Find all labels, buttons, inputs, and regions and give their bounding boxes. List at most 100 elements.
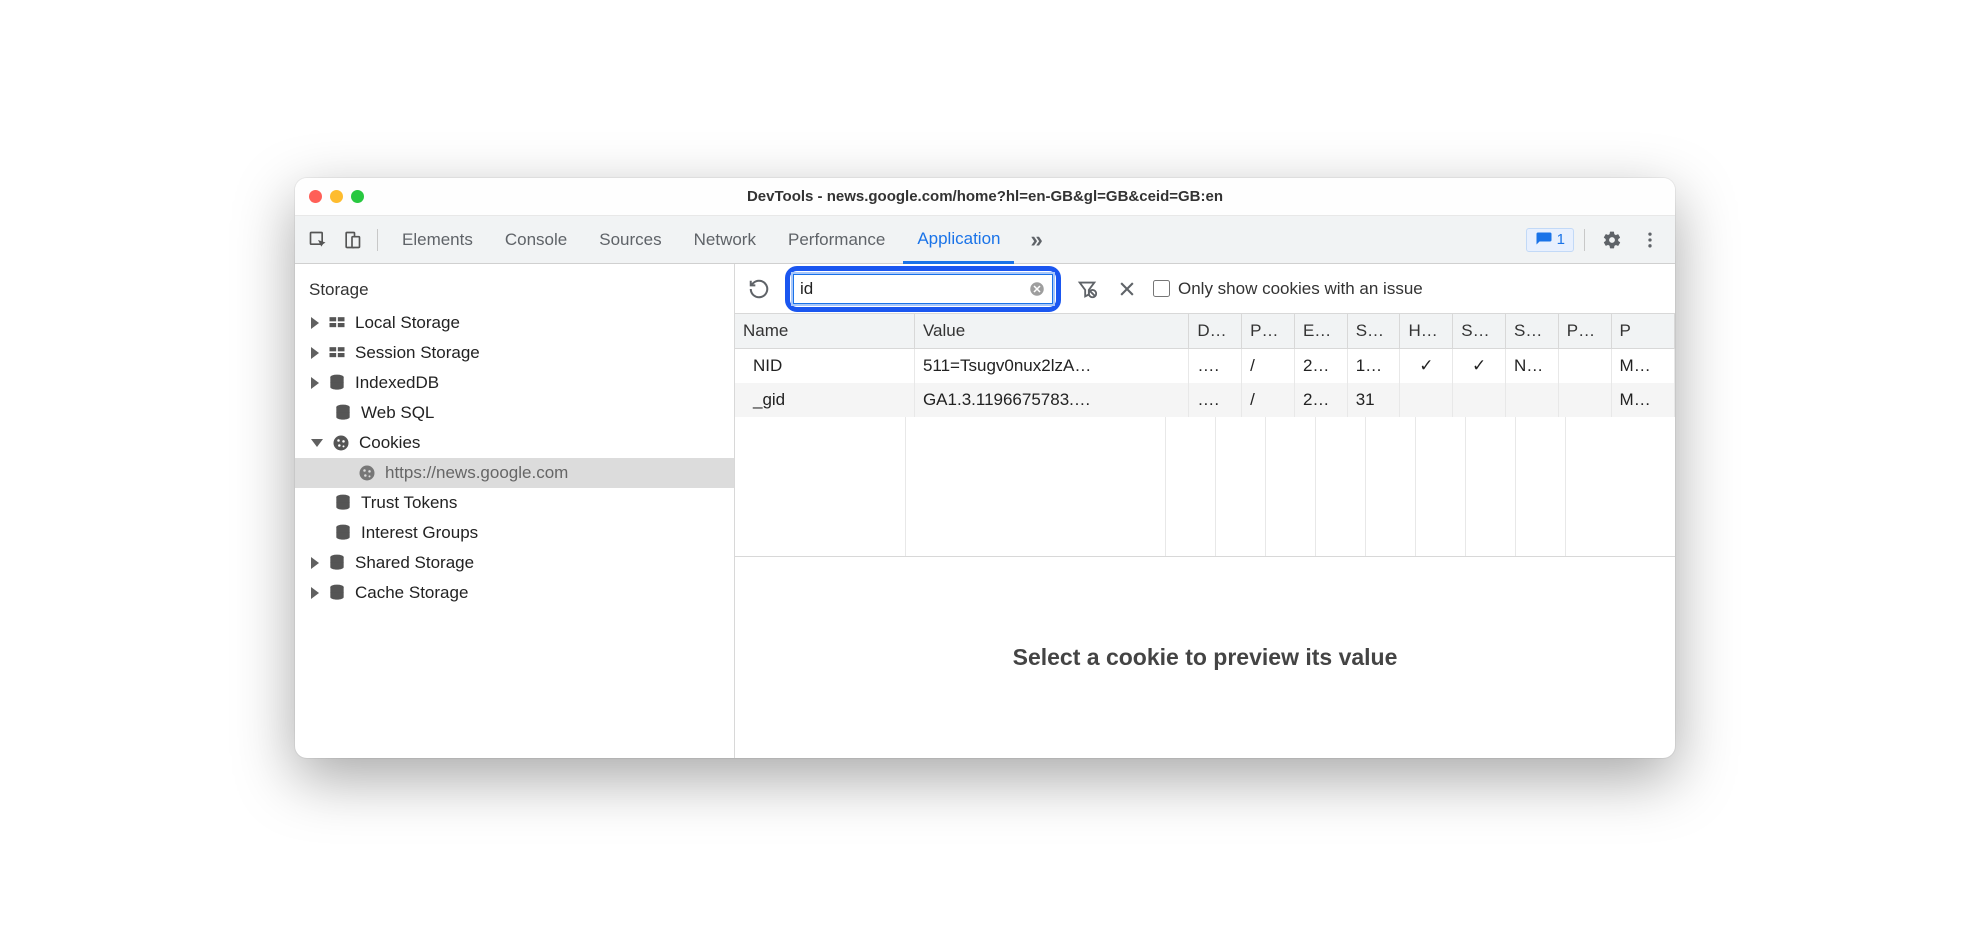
cell-secure: [1453, 383, 1506, 417]
sidebar-item-shared-storage[interactable]: Shared Storage: [295, 548, 734, 578]
sidebar-item-trust-tokens[interactable]: Trust Tokens: [295, 488, 734, 518]
clear-all-icon[interactable]: [1113, 275, 1141, 303]
close-window-button[interactable]: [309, 190, 322, 203]
tabs-overflow-button[interactable]: »: [1018, 227, 1054, 253]
titlebar: DevTools - news.google.com/home?hl=en-GB…: [295, 178, 1675, 216]
database-icon: [327, 373, 347, 393]
zoom-window-button[interactable]: [351, 190, 364, 203]
cookies-toolbar: Only show cookies with an issue: [735, 264, 1675, 314]
divider: [377, 229, 378, 251]
sidebar-section-storage: Storage: [295, 270, 734, 308]
cell-size: 1…: [1347, 349, 1400, 384]
sidebar-item-label: Local Storage: [355, 313, 460, 333]
cookies-table: Name Value D… P… E… S… H… S… S… P… P: [735, 314, 1675, 417]
cell-httponly: [1400, 383, 1453, 417]
only-issues-checkbox[interactable]: [1153, 280, 1170, 297]
tab-elements[interactable]: Elements: [388, 216, 487, 263]
cell-domain: ….: [1189, 349, 1242, 384]
table-header-row: Name Value D… P… E… S… H… S… S… P… P: [735, 314, 1675, 349]
collapse-icon: [311, 439, 323, 447]
cell-samesite: [1506, 383, 1559, 417]
cell-secure: ✓: [1453, 349, 1506, 384]
devtools-tabbar: Elements Console Sources Network Perform…: [295, 216, 1675, 264]
cell-samesite: N…: [1506, 349, 1559, 384]
expand-icon: [311, 317, 319, 329]
database-icon: [333, 523, 353, 543]
cookies-panel: Only show cookies with an issue Name Val…: [735, 264, 1675, 758]
expand-icon: [311, 587, 319, 599]
table-empty-area: [735, 417, 1675, 557]
cell-expires: 2…: [1294, 349, 1347, 384]
col-priority[interactable]: P: [1611, 314, 1674, 349]
sidebar-item-session-storage[interactable]: Session Storage: [295, 338, 734, 368]
col-domain[interactable]: D…: [1189, 314, 1242, 349]
issues-count: 1: [1557, 231, 1565, 248]
toggle-device-icon[interactable]: [337, 225, 367, 255]
col-partition[interactable]: P…: [1558, 314, 1611, 349]
preview-empty-text: Select a cookie to preview its value: [1013, 644, 1398, 671]
cell-value: GA1.3.1196675783.…: [914, 383, 1188, 417]
col-httponly[interactable]: H…: [1400, 314, 1453, 349]
table-row[interactable]: _gid GA1.3.1196675783.… …. / 2… 31 M…: [735, 383, 1675, 417]
sidebar-item-websql[interactable]: Web SQL: [295, 398, 734, 428]
filter-icon[interactable]: [1073, 275, 1101, 303]
sidebar-item-label: Cache Storage: [355, 583, 468, 603]
sidebar-item-label: IndexedDB: [355, 373, 439, 393]
tab-network[interactable]: Network: [680, 216, 770, 263]
cell-value: 511=Tsugv0nux2lzA…: [914, 349, 1188, 384]
sidebar-item-label: Cookies: [359, 433, 420, 453]
database-icon: [333, 403, 353, 423]
issues-button[interactable]: 1: [1526, 228, 1574, 252]
sidebar-item-label: Session Storage: [355, 343, 480, 363]
sidebar-item-label: Shared Storage: [355, 553, 474, 573]
storage-grid-icon: [327, 343, 347, 363]
table-row[interactable]: NID 511=Tsugv0nux2lzA… …. / 2… 1… ✓ ✓ N……: [735, 349, 1675, 384]
expand-icon: [311, 347, 319, 359]
tab-application[interactable]: Application: [903, 217, 1014, 264]
col-name[interactable]: Name: [735, 314, 914, 349]
cell-path: /: [1242, 383, 1295, 417]
tab-console[interactable]: Console: [491, 216, 581, 263]
cell-httponly: ✓: [1400, 349, 1453, 384]
inspect-element-icon[interactable]: [303, 225, 333, 255]
filter-input[interactable]: [800, 279, 1028, 299]
sidebar-item-indexeddb[interactable]: IndexedDB: [295, 368, 734, 398]
only-issues-label: Only show cookies with an issue: [1178, 279, 1423, 299]
expand-icon: [311, 557, 319, 569]
cell-size: 31: [1347, 383, 1400, 417]
database-icon: [333, 493, 353, 513]
col-secure[interactable]: S…: [1453, 314, 1506, 349]
cell-priority: M…: [1611, 349, 1674, 384]
only-issues-checkbox-row[interactable]: Only show cookies with an issue: [1153, 279, 1423, 299]
col-size[interactable]: S…: [1347, 314, 1400, 349]
col-path[interactable]: P…: [1242, 314, 1295, 349]
sidebar-item-label: Trust Tokens: [361, 493, 457, 513]
tab-performance[interactable]: Performance: [774, 216, 899, 263]
refresh-icon[interactable]: [745, 275, 773, 303]
clear-filter-icon[interactable]: [1028, 280, 1046, 298]
sidebar-item-cache-storage[interactable]: Cache Storage: [295, 578, 734, 608]
sidebar-item-label: Web SQL: [361, 403, 434, 423]
cell-path: /: [1242, 349, 1295, 384]
cell-expires: 2…: [1294, 383, 1347, 417]
col-samesite[interactable]: S…: [1506, 314, 1559, 349]
sidebar-item-cookies[interactable]: Cookies: [295, 428, 734, 458]
database-icon: [327, 553, 347, 573]
filter-input-box[interactable]: [793, 274, 1053, 304]
kebab-menu-icon[interactable]: [1633, 223, 1667, 257]
sidebar-item-interest-groups[interactable]: Interest Groups: [295, 518, 734, 548]
cell-domain: ….: [1189, 383, 1242, 417]
cookie-icon: [357, 463, 377, 483]
col-value[interactable]: Value: [914, 314, 1188, 349]
tab-sources[interactable]: Sources: [585, 216, 675, 263]
cell-partition: [1558, 349, 1611, 384]
col-expires[interactable]: E…: [1294, 314, 1347, 349]
window-title: DevTools - news.google.com/home?hl=en-GB…: [295, 188, 1675, 205]
settings-icon[interactable]: [1595, 223, 1629, 257]
divider: [1584, 229, 1585, 251]
cell-name: NID: [735, 349, 914, 384]
sidebar-item-local-storage[interactable]: Local Storage: [295, 308, 734, 338]
minimize-window-button[interactable]: [330, 190, 343, 203]
cell-partition: [1558, 383, 1611, 417]
sidebar-item-cookies-origin[interactable]: https://news.google.com: [295, 458, 734, 488]
